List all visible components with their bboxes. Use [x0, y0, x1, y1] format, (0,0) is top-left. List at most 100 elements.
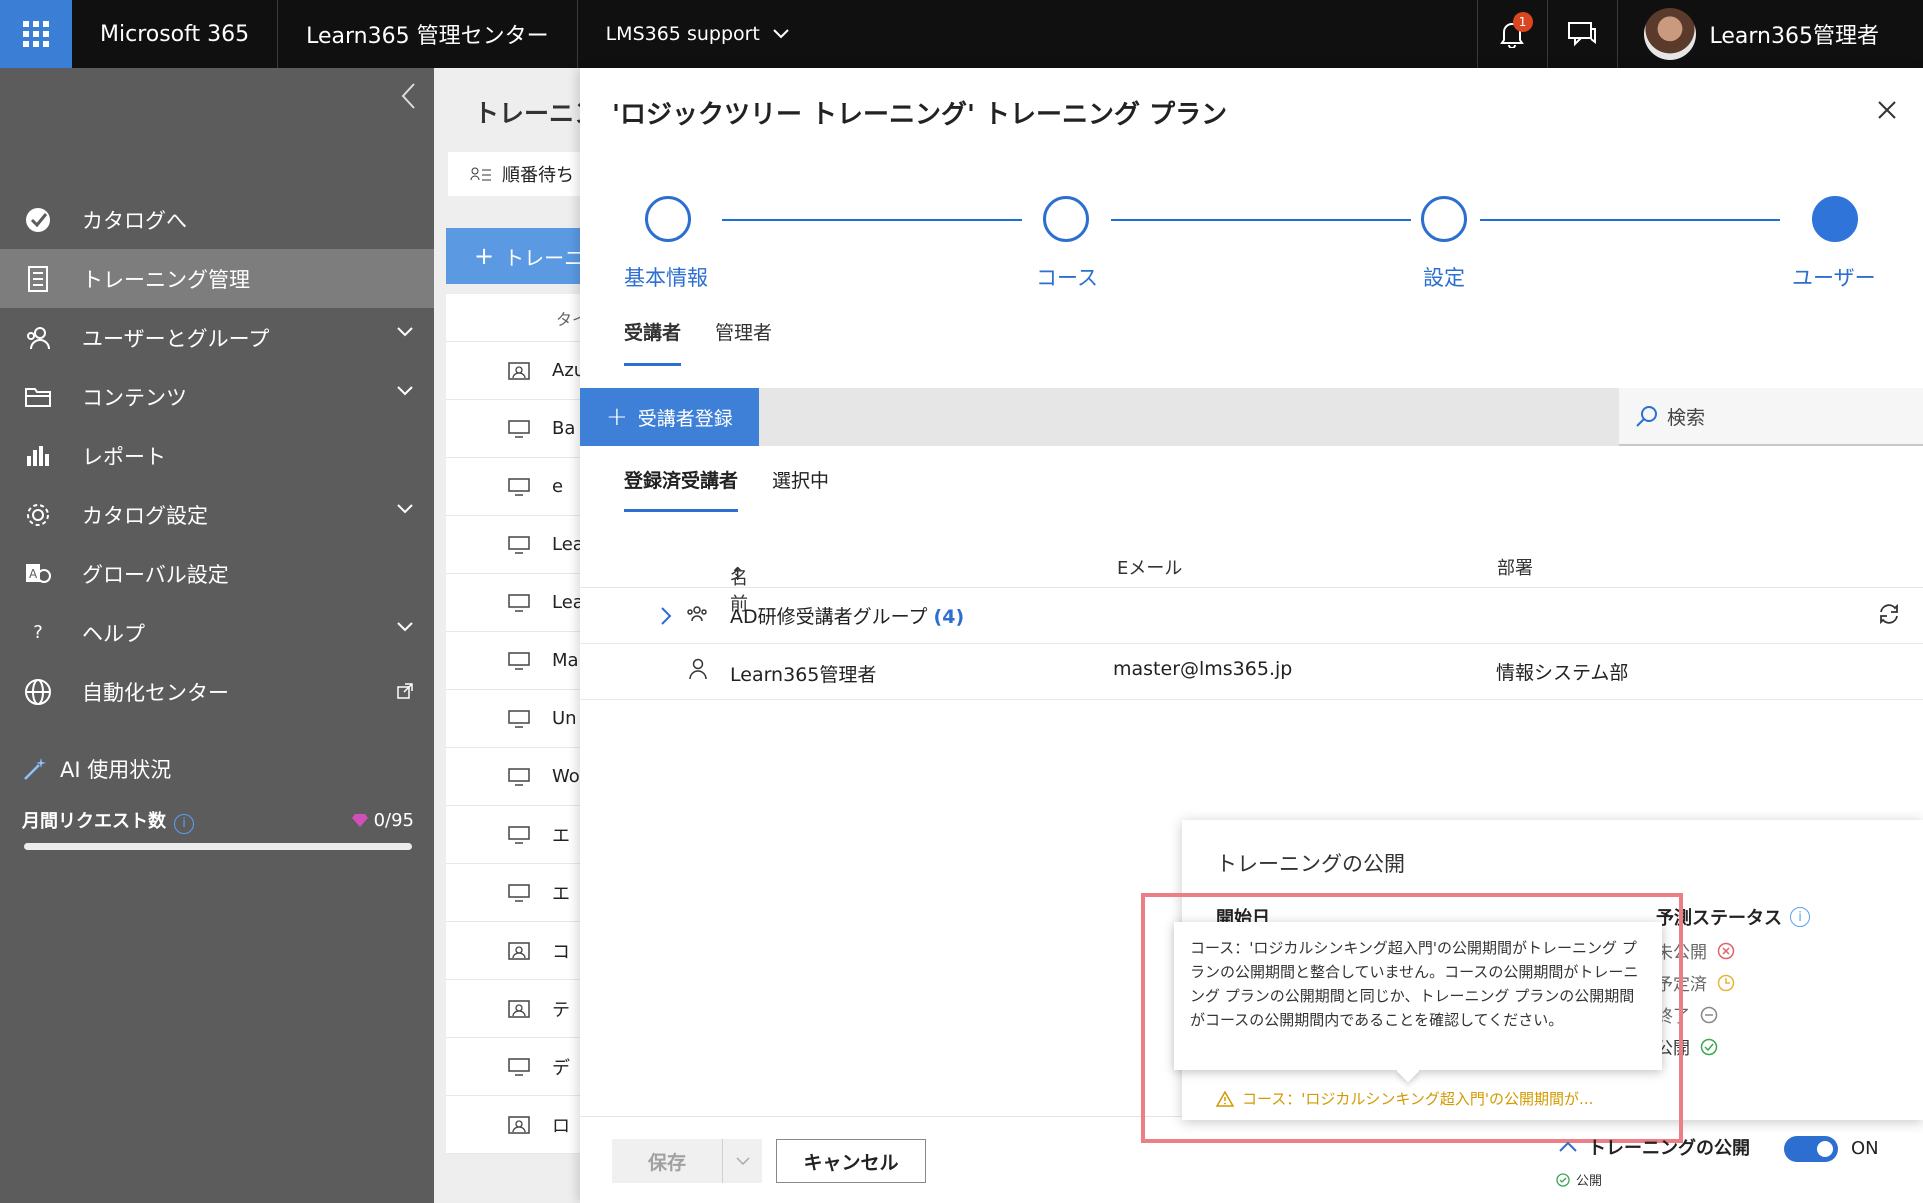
publish-callout-title: トレーニングの公開 [1216, 852, 1405, 876]
app-launcher-button[interactable] [0, 0, 72, 68]
person-icon [689, 658, 707, 680]
sidebar-item-catalog-settings[interactable]: カタログ設定 [0, 485, 434, 544]
step-users-circle[interactable] [1812, 196, 1858, 242]
save-split-button[interactable]: 保存 [612, 1139, 762, 1183]
list-item-label: Un [552, 708, 577, 729]
tab-managers[interactable]: 管理者 [715, 318, 772, 366]
list-item[interactable]: e [446, 458, 580, 516]
sidebar-item-content[interactable]: コンテンツ [0, 367, 434, 426]
list-item[interactable]: Un [446, 690, 580, 748]
list-item[interactable]: Lea [446, 574, 580, 632]
sort-ascending-icon: ↑ [730, 564, 746, 585]
list-item[interactable]: エ [446, 806, 580, 864]
sidebar-item-label: ユーザーとグループ [82, 326, 270, 351]
save-button[interactable]: 保存 [612, 1148, 722, 1175]
list-item[interactable]: Wo [446, 748, 580, 806]
list-column-header: タイ [446, 294, 580, 342]
list-item-label: エ [552, 883, 570, 905]
step-basic-info-circle[interactable] [645, 196, 691, 242]
folder-icon [22, 381, 54, 413]
sidebar-item-catalog[interactable]: カタログへ [0, 190, 434, 249]
list-item-label: Lea [552, 534, 580, 555]
background-page: トレーニング 順番待ち + トレーニ タイ Azu Ba e Lea Lea Ma Un Wo… [434, 68, 580, 1203]
sidebar-item-global-settings[interactable]: A グローバル設定 [0, 544, 434, 603]
new-training-button[interactable]: + トレーニ [446, 228, 580, 284]
info-icon[interactable]: i [174, 813, 194, 834]
brand-label[interactable]: Microsoft 365 [72, 0, 277, 68]
chevron-down-icon [397, 386, 413, 396]
sync-icon[interactable] [1877, 602, 1901, 626]
sidebar-item-label: グローバル設定 [82, 562, 229, 587]
publish-toggle-section[interactable]: トレーニングの公開 [1558, 1134, 1750, 1160]
list-item[interactable]: コ [446, 922, 580, 980]
sidebar-item-users[interactable]: ユーザーとグループ [0, 308, 434, 367]
list-item[interactable]: ロ [446, 1096, 580, 1154]
avatar [1643, 8, 1696, 60]
step-connector [1480, 219, 1780, 221]
column-header-department[interactable]: 部署 [1497, 554, 1533, 580]
search-icon [1636, 406, 1657, 427]
step-users-label[interactable]: ユーザー [1792, 262, 1876, 292]
step-course-label[interactable]: コース [1036, 262, 1098, 292]
sidebar-item-automation[interactable]: 自動化センター [0, 662, 434, 721]
cancel-button[interactable]: キャンセル [776, 1139, 926, 1183]
publish-status: 公開 [1556, 1170, 1602, 1189]
list-item-label: テ [552, 999, 570, 1021]
feedback-button[interactable] [1546, 0, 1617, 68]
column-header-email[interactable]: Eメール [1117, 554, 1182, 580]
monitor-icon [508, 593, 534, 612]
step-settings-label[interactable]: 設定 [1423, 262, 1465, 292]
sidebar-nav: カタログへ トレーニング管理 ユーザーとグループ コンテンツ レポート カタログ… [0, 190, 434, 721]
step-course-circle[interactable] [1043, 196, 1089, 242]
training-icon [22, 263, 54, 295]
save-options-button[interactable] [722, 1139, 762, 1183]
chevron-down-icon [773, 29, 789, 39]
sidebar-item-label: 自動化センター [82, 680, 229, 705]
monitor-icon [508, 883, 534, 902]
list-item[interactable]: Azu [446, 342, 580, 400]
list-item[interactable]: デ [446, 1038, 580, 1096]
tenant-selector[interactable]: LMS365 support [576, 0, 818, 68]
list-item[interactable]: Ma [446, 632, 580, 690]
list-item[interactable]: Lea [446, 516, 580, 574]
chevron-left-icon [401, 83, 415, 109]
step-settings-circle[interactable] [1421, 196, 1467, 242]
sidebar-item-report[interactable]: レポート [0, 426, 434, 485]
error-circle-icon [1717, 942, 1735, 959]
list-item-label: Azu [552, 360, 580, 381]
sidebar-item-help[interactable]: ? ヘルプ [0, 603, 434, 662]
sidebar-item-training[interactable]: トレーニング管理 [0, 249, 434, 308]
close-button[interactable] [1877, 100, 1897, 125]
tab-learners[interactable]: 受講者 [624, 318, 682, 366]
table-row-user[interactable]: Learn365管理者 master@lms365.jp 情報システム部 [580, 644, 1923, 700]
svg-text:A: A [29, 567, 38, 581]
usage-progress-bar [24, 843, 412, 850]
step-connector [722, 219, 1022, 221]
list-item[interactable]: Ba [446, 400, 580, 458]
user-menu[interactable]: Learn365管理者 [1616, 0, 1923, 68]
monitor-icon [508, 1057, 534, 1076]
publish-toggle-switch[interactable] [1784, 1136, 1838, 1162]
list-item[interactable]: テ [446, 980, 580, 1038]
monitor-icon [508, 535, 534, 554]
collapse-sidebar-button[interactable] [400, 82, 416, 117]
info-icon[interactable]: i [1790, 907, 1810, 927]
list-item-label: Wo [552, 766, 580, 787]
monitor-icon [508, 709, 534, 728]
tab-selected[interactable]: 選択中 [772, 466, 829, 512]
step-basic-info-label[interactable]: 基本情報 [624, 262, 708, 292]
list-item-label: コ [552, 941, 570, 963]
report-icon [22, 440, 54, 472]
app-title[interactable]: Learn365 管理センター [277, 0, 576, 68]
table-row-group[interactable]: AD研修受講者グループ (4) [580, 588, 1923, 644]
search-placeholder: 検索 [1667, 406, 1706, 429]
tab-registered-learners[interactable]: 登録済受講者 [624, 466, 739, 512]
queue-filter[interactable]: 順番待ち [448, 152, 580, 196]
chevron-right-icon[interactable] [660, 606, 672, 626]
role-tabs: 受講者 管理者 [624, 318, 772, 366]
add-learner-button[interactable]: + 受講者登録 [580, 388, 759, 446]
catalog-icon [22, 204, 54, 236]
list-item[interactable]: エ [446, 864, 580, 922]
search-input[interactable]: 検索 [1619, 388, 1923, 446]
notification-button[interactable]: 1 [1476, 0, 1547, 68]
